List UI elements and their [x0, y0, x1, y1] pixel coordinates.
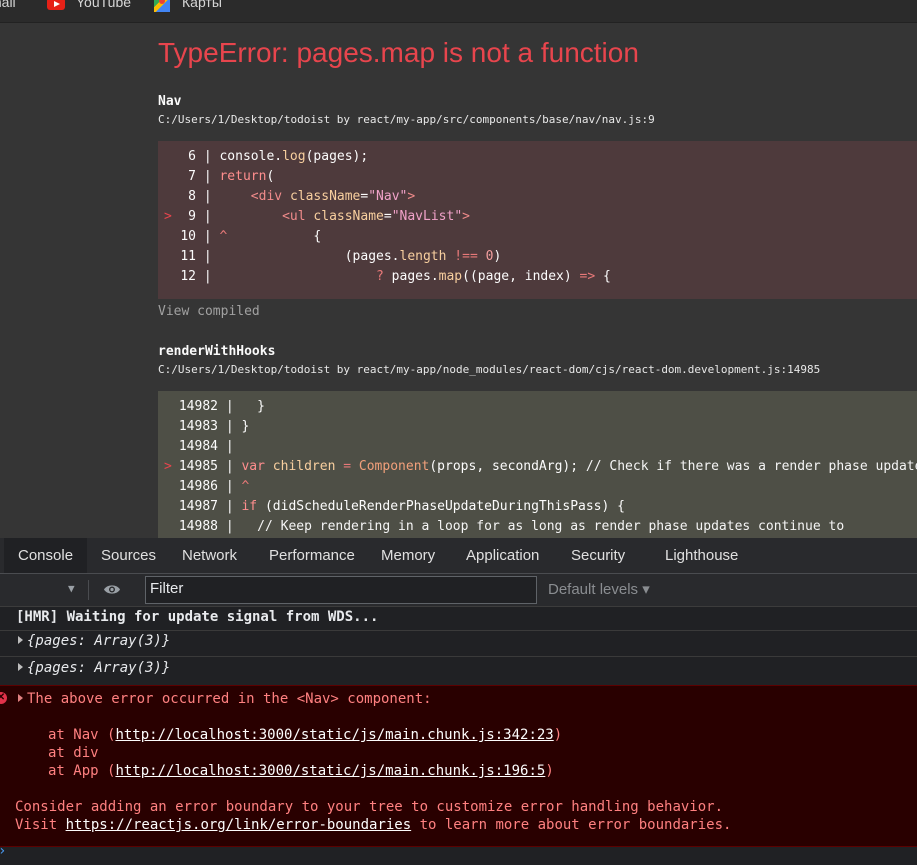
stack-line: at Nav (http://localhost:3000/static/js/…: [48, 727, 562, 743]
code-line-highlight: >9 | <ul className="NavList">: [164, 209, 470, 224]
console-error: ✕ The above error occurred in the <Nav> …: [0, 685, 917, 847]
stack-frame-path[interactable]: C:/Users/1/Desktop/todoist by react/my-a…: [158, 113, 655, 126]
eye-icon[interactable]: [103, 583, 121, 596]
maps-icon: [154, 0, 170, 12]
code-line: 14987 | if (didScheduleRenderPhaseUpdate…: [178, 499, 625, 514]
tab-application[interactable]: Application: [466, 538, 539, 573]
tab-security[interactable]: Security: [571, 538, 625, 573]
tab-sources[interactable]: Sources: [101, 538, 156, 573]
console-object[interactable]: {pages: Array(3)}: [27, 633, 170, 649]
stack-text: ): [553, 727, 563, 743]
code-line: 14983 | }: [178, 419, 250, 434]
bookmark-maps[interactable]: Карты: [182, 0, 222, 10]
tab-network[interactable]: Network: [182, 538, 237, 573]
code-line: 14982 | }: [178, 399, 265, 414]
error-overlay: TypeError: pages.map is not a function N…: [0, 23, 917, 538]
expand-triangle-icon[interactable]: [18, 694, 23, 702]
prompt-caret-icon: ›: [0, 843, 6, 859]
youtube-icon: [47, 0, 65, 10]
console-object[interactable]: {pages: Array(3)}: [27, 660, 170, 676]
console-toolbar: ▼ Default levels ▾: [0, 574, 917, 607]
devtools-tabbar: Console Sources Network Performance Memo…: [0, 538, 917, 574]
stack-text: ): [545, 763, 554, 779]
code-line: 7 | return(: [188, 169, 275, 184]
error-boundaries-link[interactable]: https://reactjs.org/link/error-boundarie…: [66, 817, 412, 833]
code-line: 6 | console.log(pages);: [188, 149, 369, 164]
stack-frame-path[interactable]: C:/Users/1/Desktop/todoist by react/my-a…: [158, 363, 820, 376]
code-line: 8 | <div className="Nav">: [188, 189, 416, 204]
hint-text: to learn more about error boundaries.: [411, 817, 732, 833]
log-levels-dropdown[interactable]: Default levels ▾: [548, 580, 650, 598]
error-message: The above error occurred in the <Nav> co…: [27, 691, 432, 707]
bookmarks-bar: mail YouTube Карты: [0, 0, 917, 23]
tab-memory[interactable]: Memory: [381, 538, 435, 573]
hint-text: Visit: [15, 817, 66, 833]
stack-link[interactable]: http://localhost:3000/static/js/main.chu…: [115, 763, 545, 779]
code-line: 14984 |: [178, 439, 242, 454]
stack-text: at App (: [48, 763, 116, 779]
console-output: [HMR] Waiting for update signal from WDS…: [0, 607, 917, 865]
console-message[interactable]: {pages: Array(3)}: [0, 660, 917, 682]
code-line: 14986 | ^: [178, 479, 250, 494]
console-prompt[interactable]: ›: [0, 843, 917, 865]
expand-triangle-icon[interactable]: [18, 636, 23, 644]
filter-input[interactable]: [150, 580, 530, 597]
error-icon: ✕: [0, 692, 7, 704]
context-dropdown-icon[interactable]: ▼: [68, 582, 75, 595]
stack-line: at div: [48, 745, 99, 761]
console-message: [HMR] Waiting for update signal from WDS…: [0, 609, 917, 631]
error-hint: Consider adding an error boundary to you…: [15, 799, 724, 815]
stack-frame-name: Nav: [158, 94, 182, 109]
error-title: TypeError: pages.map is not a function: [158, 37, 639, 68]
code-line-highlight: >14985 | var children = Component(props,…: [164, 459, 917, 474]
code-line: 14988 | // Keep rendering in a loop for …: [178, 519, 845, 534]
view-compiled-link[interactable]: View compiled: [158, 304, 260, 319]
stack-text: at Nav (: [48, 727, 116, 743]
stack-frame-name: renderWithHooks: [158, 344, 276, 359]
filter-box: [145, 576, 537, 604]
bookmark-mail[interactable]: mail: [0, 0, 16, 10]
toolbar-divider: [88, 580, 89, 600]
console-message[interactable]: {pages: Array(3)}: [0, 633, 917, 657]
tab-lighthouse[interactable]: Lighthouse: [665, 538, 738, 573]
error-hint: Visit https://reactjs.org/link/error-bou…: [15, 817, 731, 833]
tab-console[interactable]: Console: [4, 538, 88, 573]
expand-triangle-icon[interactable]: [18, 663, 23, 671]
code-snippet: 14982 | } 14983 | } 14984 | >14985 | var…: [158, 391, 917, 538]
code-line: 12 | ? pages.map((page, index) => {: [180, 269, 611, 284]
code-line: 10 | ^ {: [180, 229, 322, 244]
code-snippet: 6 | console.log(pages); 7 | return( 8 | …: [158, 141, 917, 299]
console-text: [HMR] Waiting for update signal from WDS…: [16, 609, 379, 625]
stack-link[interactable]: http://localhost:3000/static/js/main.chu…: [115, 727, 553, 743]
error-header[interactable]: The above error occurred in the <Nav> co…: [18, 691, 432, 707]
tab-performance[interactable]: Performance: [269, 538, 355, 573]
bookmark-youtube[interactable]: YouTube: [76, 0, 131, 10]
code-line: 11 | (pages.length !== 0): [180, 249, 502, 264]
stack-line: at App (http://localhost:3000/static/js/…: [48, 763, 554, 779]
